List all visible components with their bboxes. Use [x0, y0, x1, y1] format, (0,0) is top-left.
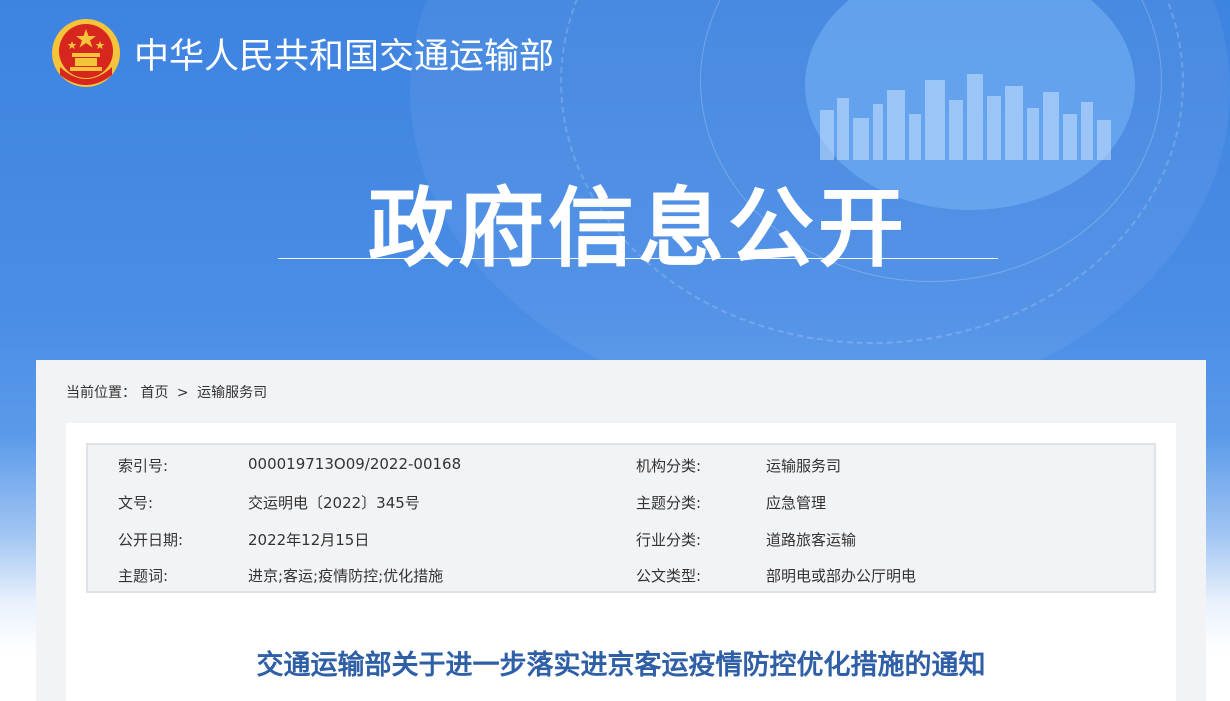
metadata-label: 主题词:: [118, 567, 169, 585]
breadcrumb-home-link[interactable]: 首页: [140, 382, 168, 402]
metadata-label: 公开日期:: [118, 531, 184, 549]
metadata-label: 公文类型:: [636, 567, 702, 585]
metadata-value: 交运明电〔2022〕345号: [248, 494, 420, 512]
breadcrumb-separator: >: [176, 385, 189, 401]
metadata-row: 索引号: 000019713O09/2022-00168 机构分类: 运输服务司: [88, 447, 1154, 484]
city-skyline-graphic: [820, 74, 1111, 160]
metadata-label: 文号:: [118, 494, 154, 512]
metadata-row: 主题词: 进京;客运;疫情防控;优化措施 公文类型: 部明电或部办公厅明电: [88, 557, 1154, 594]
national-emblem-icon: [52, 19, 120, 87]
article-content: 索引号: 000019713O09/2022-00168 机构分类: 运输服务司…: [66, 423, 1176, 701]
metadata-row: 公开日期: 2022年12月15日 行业分类: 道路旅客运输: [88, 521, 1154, 558]
metadata-value: 应急管理: [766, 494, 827, 512]
metadata-value: 2022年12月15日: [248, 531, 370, 549]
ministry-name: 中华人民共和国交通运输部: [134, 36, 555, 77]
metadata-value: 进京;客运;疫情防控;优化措施: [248, 567, 444, 585]
main-panel: 当前位置： 首页 > 运输服务司 索引号: 000019713O09/2022-…: [36, 360, 1206, 701]
metadata-value: 000019713O09/2022-00168: [248, 455, 462, 473]
site-logo[interactable]: 中华人民共和国交通运输部: [50, 16, 554, 90]
metadata-value: 运输服务司: [766, 457, 842, 475]
breadcrumb: 当前位置： 首页 > 运输服务司: [66, 382, 267, 402]
breadcrumb-label: 当前位置：: [66, 385, 136, 401]
breadcrumb-department-link[interactable]: 运输服务司: [197, 382, 267, 402]
metadata-value: 道路旅客运输: [766, 531, 857, 549]
metadata-label: 行业分类:: [636, 531, 702, 549]
title-underline: [278, 258, 998, 259]
metadata-label: 机构分类:: [636, 457, 702, 475]
section-title: 政府信息公开: [368, 179, 908, 279]
metadata-value: 部明电或部办公厅明电: [766, 567, 917, 585]
document-title: 交通运输部关于进一步落实进京客运疫情防控优化措施的通知: [256, 650, 986, 681]
metadata-label: 主题分类:: [636, 494, 702, 512]
document-metadata-table: 索引号: 000019713O09/2022-00168 机构分类: 运输服务司…: [86, 443, 1156, 593]
metadata-row: 文号: 交运明电〔2022〕345号 主题分类: 应急管理: [88, 484, 1154, 521]
metadata-label: 索引号:: [118, 457, 169, 475]
